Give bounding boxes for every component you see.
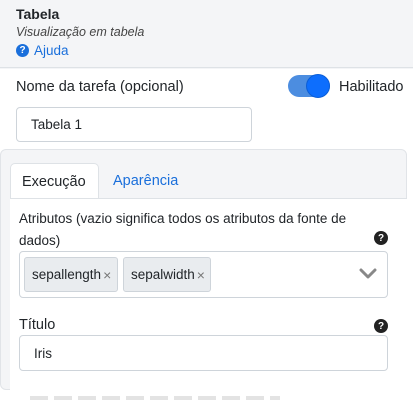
- attribute-chip: sepalwidth ×: [123, 257, 211, 292]
- task-name-input[interactable]: [16, 107, 252, 142]
- attributes-label: Atributos (vazio significa todos os atri…: [19, 211, 347, 248]
- help-icon: ?: [16, 44, 29, 57]
- remove-chip-icon[interactable]: ×: [103, 267, 111, 283]
- tab-content: Atributos (vazio significa todos os atri…: [10, 198, 407, 391]
- main-content: Nome da tarefa (opcional) Habilitado Exe…: [0, 69, 413, 400]
- question-icon[interactable]: ?: [374, 319, 388, 333]
- enabled-label: Habilitado: [339, 79, 404, 95]
- settings-panel: Execução Aparência Atributos (vazio sign…: [0, 149, 407, 391]
- remove-chip-icon[interactable]: ×: [197, 267, 205, 283]
- title-input[interactable]: [19, 335, 388, 371]
- question-icon[interactable]: ?: [374, 231, 388, 245]
- chip-label: sepallength: [32, 267, 102, 282]
- help-link[interactable]: ? Ajuda: [16, 43, 69, 58]
- tab-execution[interactable]: Execução: [10, 163, 99, 199]
- help-label: Ajuda: [34, 43, 69, 58]
- attributes-select[interactable]: sepallength × sepalwidth ×: [19, 251, 388, 298]
- page-subtitle: Visualização em tabela: [16, 25, 145, 39]
- chip-label: sepalwidth: [131, 267, 195, 282]
- title-label: Título: [19, 317, 56, 333]
- cut-off-text: [30, 396, 280, 400]
- task-name-label: Nome da tarefa (opcional): [16, 79, 184, 95]
- attribute-chip: sepallength ×: [24, 257, 118, 292]
- enabled-toggle[interactable]: [288, 74, 330, 98]
- toggle-knob: [306, 74, 330, 98]
- chevron-down-icon[interactable]: [359, 266, 377, 280]
- header: Tabela Visualização em tabela ? Ajuda: [0, 0, 413, 68]
- page-title: Tabela: [16, 6, 60, 22]
- tab-appearance[interactable]: Aparência: [102, 163, 189, 199]
